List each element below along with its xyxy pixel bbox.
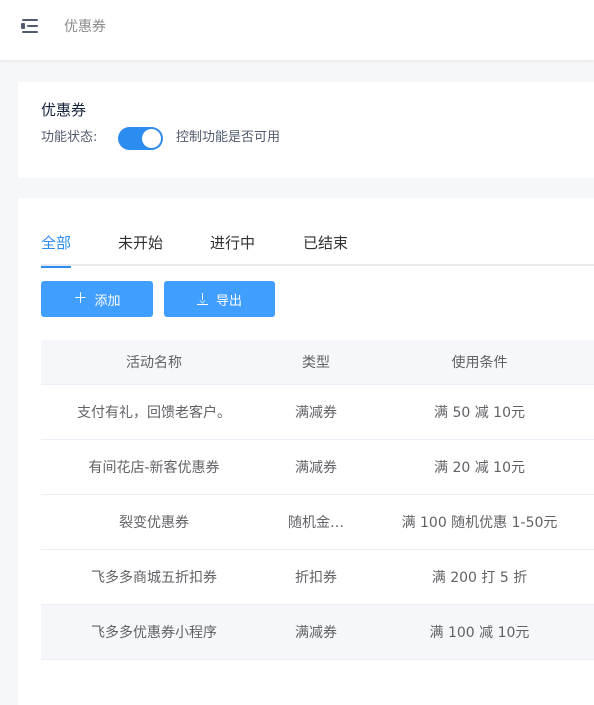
table-row[interactable]: 飞多多优惠券小程序 满减券 满 100 减 10元 <box>41 605 594 660</box>
cell-condition: 满 100 减 10元 <box>429 625 530 641</box>
status-card: 优惠券 功能状态: 控制功能是否可用 <box>18 82 594 178</box>
cell-type: 折扣券 <box>295 570 337 586</box>
tab-not-started[interactable]: 未开始 <box>118 232 163 266</box>
tab-ended[interactable]: 已结束 <box>303 232 348 266</box>
cell-condition: 满 100 随机优惠 1-50元 <box>401 515 558 531</box>
status-tabs: 全部 未开始 进行中 已结束 <box>41 232 594 268</box>
cell-condition: 满 200 打 5 折 <box>431 570 528 586</box>
cell-condition: 满 50 减 10元 <box>434 405 525 421</box>
cell-type: 随机金… <box>288 515 344 531</box>
switch-description: 控制功能是否可用 <box>176 130 281 145</box>
plus-icon: ＋ <box>73 291 88 307</box>
cell-type: 满减券 <box>295 625 337 641</box>
column-header-name: 活动名称 <box>126 355 182 371</box>
menu-fold-icon[interactable] <box>20 17 40 37</box>
feature-toggle-switch[interactable] <box>118 127 163 150</box>
cell-condition: 满 20 减 10元 <box>434 460 525 476</box>
column-header-type: 类型 <box>302 355 330 371</box>
cell-type: 满减券 <box>295 460 337 476</box>
table-row[interactable]: 有间花店-新客优惠券 满减券 满 20 减 10元 <box>41 440 594 495</box>
table-row[interactable]: 飞多多商城五折扣券 折扣券 满 200 打 5 折 <box>41 550 594 605</box>
cell-name: 支付有礼，回馈老客户。 <box>77 405 231 421</box>
column-header-condition: 使用条件 <box>451 355 508 371</box>
export-button[interactable]: 导出 <box>164 281 275 317</box>
tab-in-progress[interactable]: 进行中 <box>210 232 255 266</box>
table-header: 活动名称 类型 使用条件 <box>41 340 594 385</box>
download-icon <box>196 293 208 305</box>
export-button-label: 导出 <box>215 293 242 309</box>
table-row[interactable]: 裂变优惠券 随机金… 满 100 随机优惠 1-50元 <box>41 495 594 550</box>
add-button[interactable]: ＋ 添加 <box>41 281 153 317</box>
cell-type: 满减券 <box>295 405 337 421</box>
cell-name: 有间花店-新客优惠券 <box>88 460 220 476</box>
coupon-table: 活动名称 类型 使用条件 支付有礼，回馈老客户。 满减券 满 50 减 10元 … <box>41 340 594 660</box>
coupon-list-card: 全部 未开始 进行中 已结束 ＋ 添加 导出 活动名称 类型 使用条件 支付有礼… <box>18 198 594 705</box>
card-title: 优惠券 <box>41 101 87 119</box>
breadcrumb: 优惠券 <box>64 19 106 35</box>
cell-name: 裂变优惠券 <box>119 515 189 531</box>
cell-name: 飞多多商城五折扣券 <box>91 570 217 586</box>
status-label: 功能状态: <box>41 130 98 145</box>
table-row[interactable]: 支付有礼，回馈老客户。 满减券 满 50 减 10元 <box>41 385 594 440</box>
switch-knob <box>142 129 161 148</box>
top-bar: 优惠券 <box>0 0 594 60</box>
cell-name: 飞多多优惠券小程序 <box>91 625 217 641</box>
add-button-label: 添加 <box>94 293 121 309</box>
tab-all[interactable]: 全部 <box>41 232 72 268</box>
